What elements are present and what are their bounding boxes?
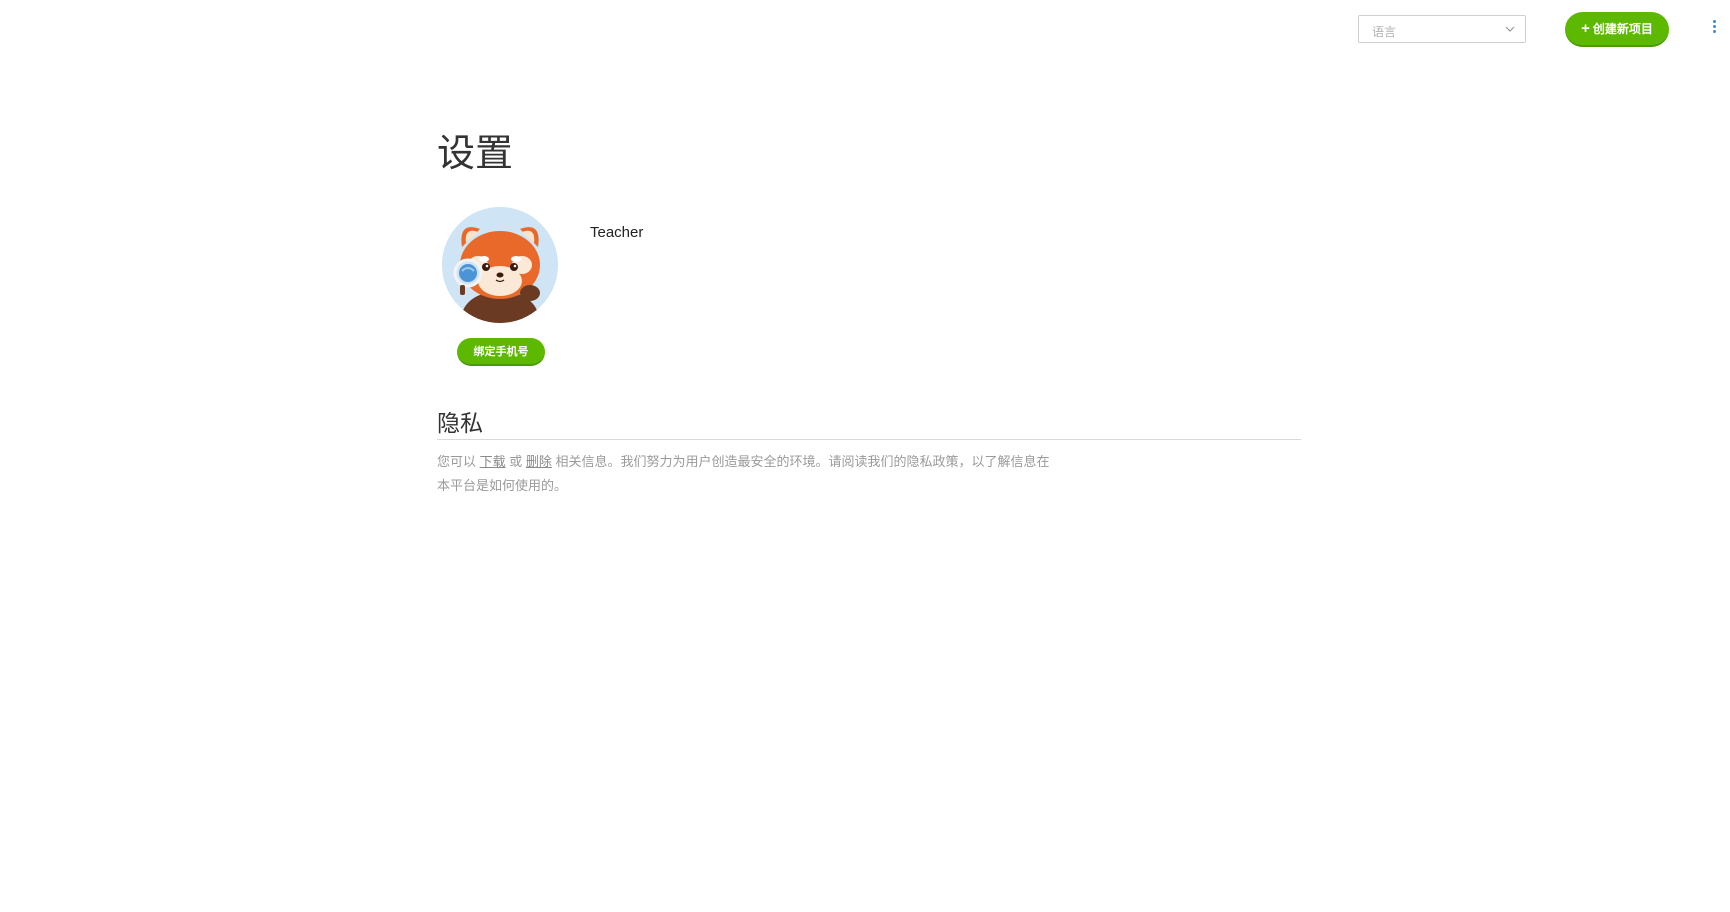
privacy-text-or: 或	[505, 454, 526, 469]
language-select[interactable]: 语言	[1358, 15, 1526, 43]
language-select-placeholder: 语言	[1372, 25, 1397, 39]
privacy-text-before: 您可以	[437, 454, 480, 469]
username: Teacher	[590, 224, 644, 241]
create-project-label: 创建新项目	[1592, 22, 1653, 36]
plus-icon: +	[1581, 20, 1590, 37]
top-bar: 语言 + 创建新项目	[0, 0, 1730, 60]
page-title: 设置	[437, 131, 514, 175]
privacy-divider	[437, 439, 1301, 440]
chevron-down-icon	[1505, 26, 1515, 32]
red-panda-avatar-icon	[442, 207, 558, 323]
create-project-button[interactable]: + 创建新项目	[1565, 12, 1669, 47]
download-link[interactable]: 下载	[480, 454, 506, 469]
avatar	[442, 207, 558, 323]
bind-phone-button[interactable]: 绑定手机号	[457, 338, 545, 366]
delete-link[interactable]: 删除	[526, 454, 552, 469]
more-options-icon[interactable]	[1708, 20, 1720, 40]
privacy-section-title: 隐私	[437, 411, 483, 437]
privacy-description: 您可以 下载 或 删除 相关信息。我们努力为用户创造最安全的环境。请阅读我们的隐…	[437, 450, 1057, 498]
